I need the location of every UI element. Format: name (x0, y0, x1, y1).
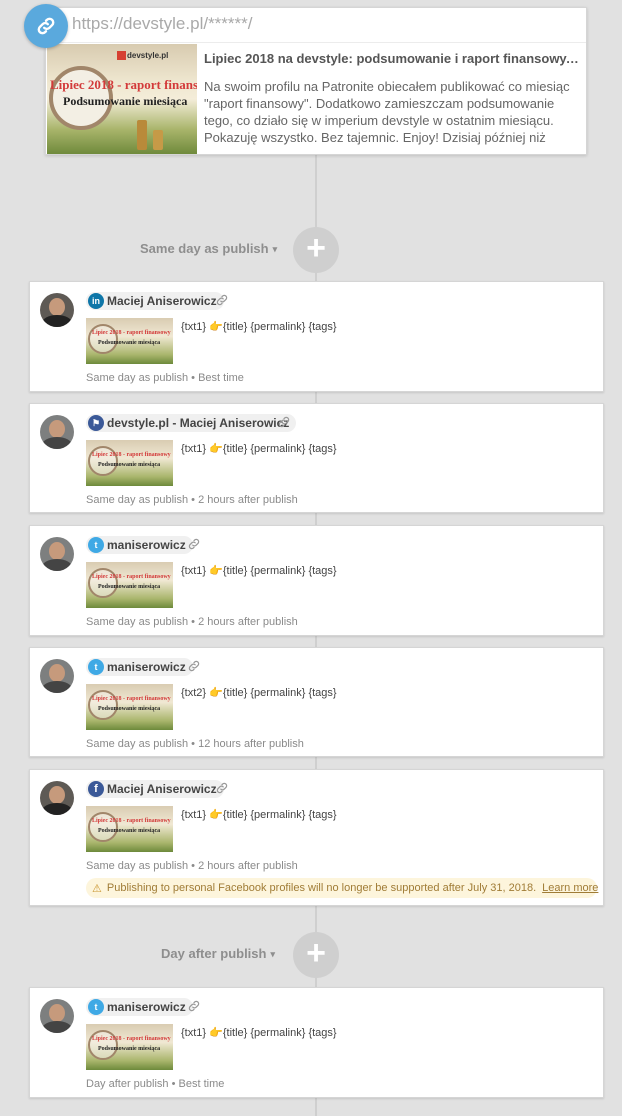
plus-icon: + (306, 229, 326, 267)
post-schedule: Same day as publish • 2 hours after publ… (86, 860, 298, 872)
schedule-group-same-day: Same day as publish ▾ + (0, 227, 622, 273)
post-thumbnail: Lipiec 2018 - raport finansowy Podsumowan… (86, 562, 173, 608)
post-card[interactable]: t maniserowicz Lipiec 2018 - raport fina… (29, 987, 604, 1098)
add-post-button[interactable]: + (293, 227, 339, 273)
thumbnail-subtitle: Podsumowanie miesiąca (63, 94, 188, 108)
link-chain-icon[interactable] (187, 537, 201, 551)
caret-down-icon: ▾ (270, 949, 275, 959)
post-card[interactable]: t maniserowicz Lipiec 2018 - raport fina… (29, 647, 604, 757)
facebook-page-icon: ⚑ (88, 415, 104, 431)
post-schedule: Same day as publish • 2 hours after publ… (86, 616, 298, 628)
post-thumbnail: Lipiec 2018 - raport finansowy Podsumowan… (86, 684, 173, 730)
link-chain-icon[interactable] (215, 293, 229, 307)
account-chip[interactable]: t maniserowicz (86, 658, 193, 676)
add-post-button[interactable]: + (293, 932, 339, 978)
group-label-dropdown[interactable]: Same day as publish ▾ (140, 241, 277, 256)
post-text[interactable]: {txt2} 👉{title} {permalink} {tags} (181, 686, 337, 699)
pointing-hand-icon: 👉 (209, 1027, 223, 1039)
linkedin-icon: in (88, 293, 104, 309)
post-thumbnail: Lipiec 2018 - raport finansowy Podsumowan… (86, 440, 173, 486)
twitter-icon: t (88, 537, 104, 553)
avatar (40, 415, 74, 449)
warning-icon: ⚠ (92, 882, 102, 895)
post-schedule: Same day as publish • 2 hours after publ… (86, 494, 298, 506)
plus-icon: + (306, 934, 326, 972)
link-url: https://devstyle.pl/******/ (72, 14, 253, 33)
link-preview-card[interactable]: https://devstyle.pl/******/ devstyle.pl … (45, 7, 587, 155)
facebook-icon: f (88, 781, 104, 797)
post-thumbnail: Lipiec 2018 - raport finansowy Podsumowan… (86, 806, 173, 852)
account-name: maniserowicz (107, 660, 186, 674)
avatar (40, 781, 74, 815)
account-chip[interactable]: f Maciej Aniserowicz (86, 780, 224, 798)
link-description: Na swoim profilu na Patronite obiecałem … (204, 79, 570, 148)
pointing-hand-icon: 👉 (209, 565, 223, 577)
link-chain-icon[interactable] (215, 781, 229, 795)
pointing-hand-icon: 👉 (209, 809, 223, 821)
avatar (40, 537, 74, 571)
post-text[interactable]: {txt1} 👉{title} {permalink} {tags} (181, 442, 337, 455)
post-schedule: Day after publish • Best time (86, 1078, 225, 1090)
account-name: Maciej Aniserowicz (107, 782, 217, 796)
post-card[interactable]: f Maciej Aniserowicz Lipiec 2018 - rapor… (29, 769, 604, 906)
warning-text: Publishing to personal Facebook profiles… (106, 882, 537, 894)
facebook-warning-banner: ⚠ Publishing to personal Facebook profil… (86, 878, 598, 898)
link-icon[interactable] (24, 4, 68, 48)
post-schedule: Same day as publish • Best time (86, 372, 244, 384)
account-name: devstyle.pl - Maciej Aniserowicz (107, 416, 290, 430)
account-chip[interactable]: ⚑ devstyle.pl - Maciej Aniserowicz (86, 414, 297, 432)
devstyle-logo-icon (117, 51, 126, 60)
pointing-hand-icon: 👉 (209, 443, 223, 455)
account-chip[interactable]: t maniserowicz (86, 536, 193, 554)
coins-image (153, 130, 163, 150)
pointing-hand-icon: 👉 (209, 321, 223, 333)
learn-more-link[interactable]: Learn more (542, 882, 598, 894)
account-chip[interactable]: in Maciej Aniserowicz (86, 292, 224, 310)
coins-image (137, 120, 147, 150)
post-text[interactable]: {txt1} 👉{title} {permalink} {tags} (181, 1026, 337, 1039)
post-text[interactable]: {txt1} 👉{title} {permalink} {tags} (181, 808, 337, 821)
avatar (40, 293, 74, 327)
account-chip[interactable]: t maniserowicz (86, 998, 193, 1016)
post-thumbnail: Lipiec 2018 - raport finansowy Podsumowan… (86, 1024, 173, 1070)
twitter-icon: t (88, 999, 104, 1015)
account-name: Maciej Aniserowicz (107, 294, 217, 308)
post-card[interactable]: t maniserowicz Lipiec 2018 - raport fina… (29, 525, 604, 636)
link-title[interactable]: Lipiec 2018 na devstyle: podsumowanie i … (204, 51, 582, 66)
twitter-icon: t (88, 659, 104, 675)
link-chain-icon[interactable] (187, 659, 201, 673)
thumbnail-logo: devstyle.pl (127, 51, 169, 60)
post-thumbnail: Lipiec 2018 - raport finansowy Podsumowan… (86, 318, 173, 364)
post-card[interactable]: in Maciej Aniserowicz Lipiec 2018 - rapo… (29, 281, 604, 392)
group-label-dropdown[interactable]: Day after publish ▾ (161, 946, 275, 961)
thumbnail-title: Lipiec 2018 - raport finansowy (50, 77, 197, 92)
link-thumbnail: devstyle.pl Lipiec 2018 - raport finanso… (47, 44, 197, 154)
avatar (40, 659, 74, 693)
post-schedule: Same day as publish • 12 hours after pub… (86, 738, 304, 750)
post-text[interactable]: {txt1} 👉{title} {permalink} {tags} (181, 564, 337, 577)
account-name: maniserowicz (107, 1000, 186, 1014)
account-name: maniserowicz (107, 538, 186, 552)
schedule-group-day-after: Day after publish ▾ + (0, 932, 622, 978)
divider (46, 42, 586, 43)
caret-down-icon: ▾ (272, 244, 278, 254)
link-chain-icon[interactable] (277, 415, 291, 429)
link-chain-icon[interactable] (187, 999, 201, 1013)
post-card[interactable]: ⚑ devstyle.pl - Maciej Aniserowicz Lipie… (29, 403, 604, 513)
avatar (40, 999, 74, 1033)
pointing-hand-icon: 👉 (209, 687, 223, 699)
post-text[interactable]: {txt1} 👉{title} {permalink} {tags} (181, 320, 337, 333)
